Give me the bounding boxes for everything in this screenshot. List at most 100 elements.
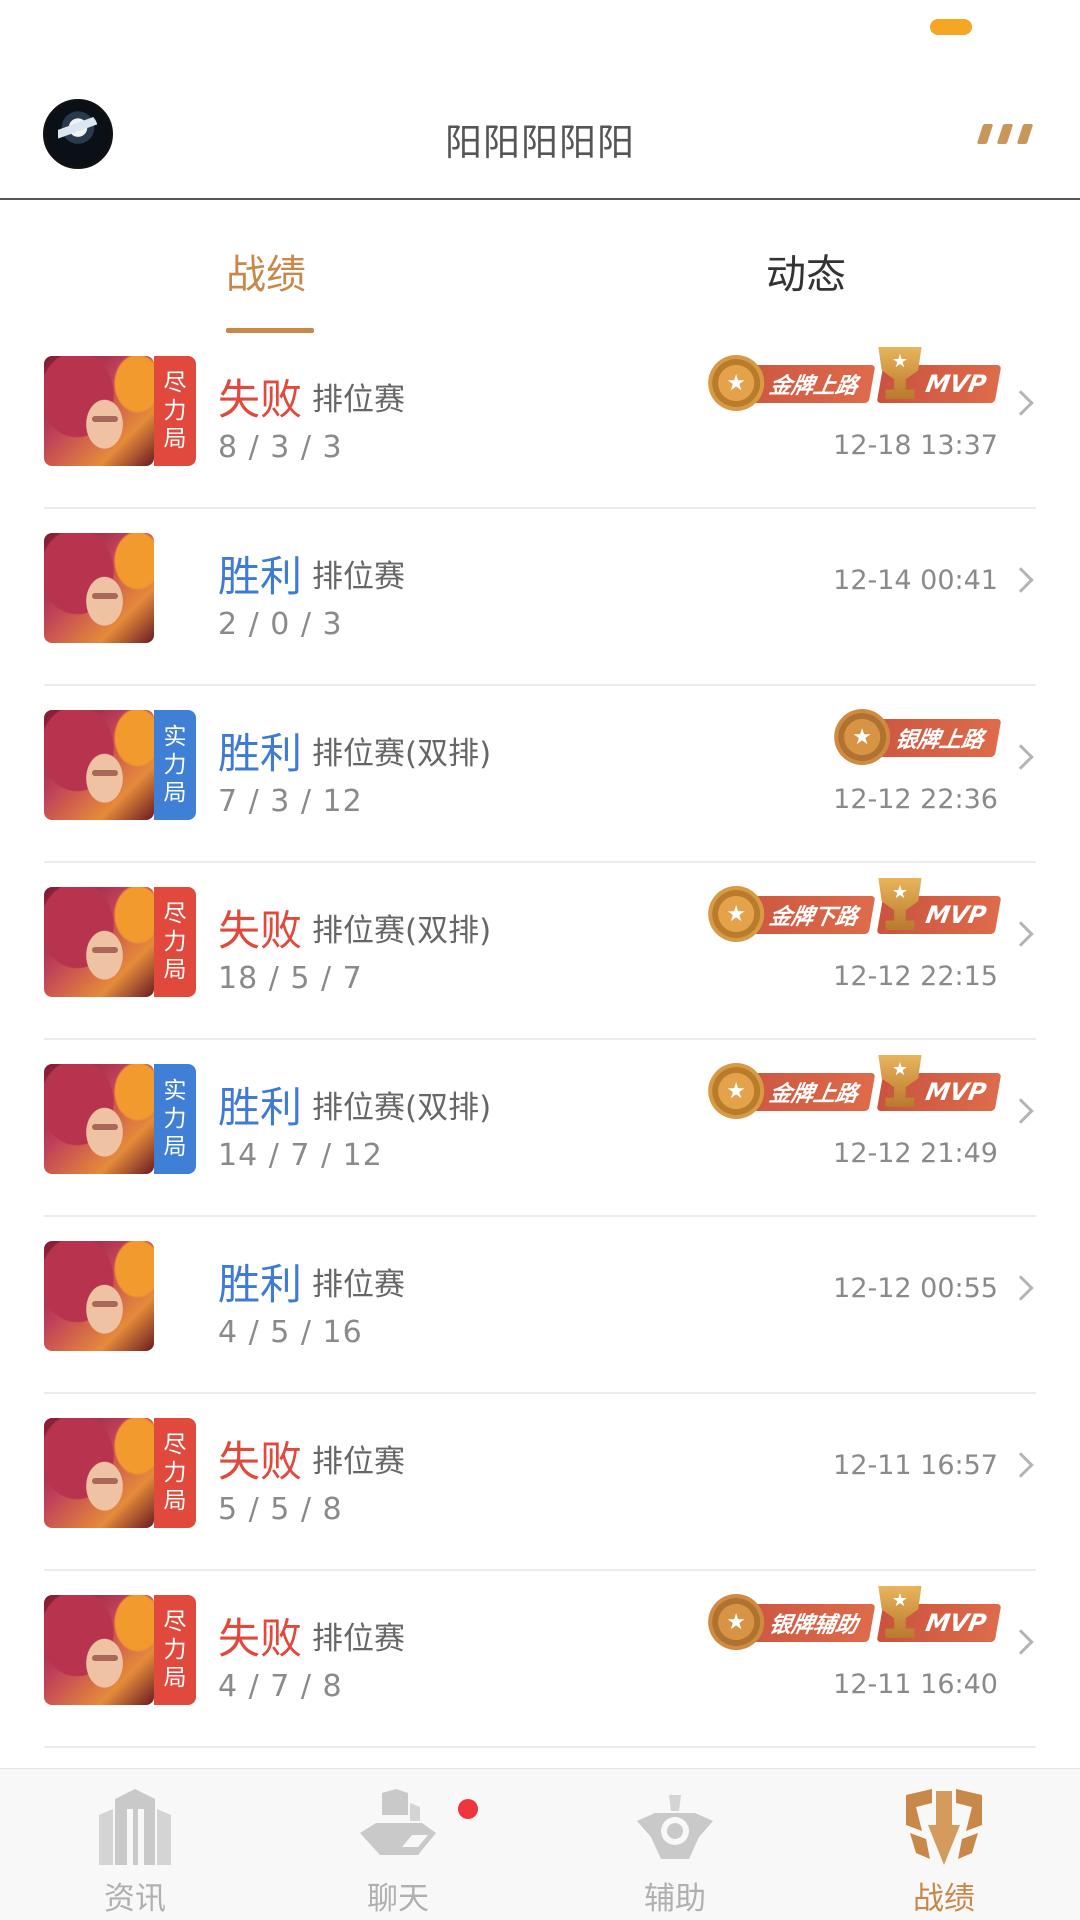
match-badges: 银牌上路 [842, 710, 1002, 766]
match-mode: 排位赛(双排) [312, 736, 492, 772]
hero-portrait [44, 1241, 154, 1351]
chevron-right-icon[interactable] [1008, 567, 1034, 593]
mvp-badge: MVP [876, 1604, 1002, 1642]
rank-badge: 银牌辅助 [716, 1604, 876, 1642]
chevron-right-icon[interactable] [1008, 744, 1034, 770]
status-indicator [930, 19, 972, 35]
hero-thumbnail: 尽力局 [44, 356, 196, 466]
match-time: 12-11 16:40 [833, 1669, 998, 1700]
performance-tag-char: 局 [163, 957, 187, 983]
hero-portrait [44, 533, 154, 643]
match-result: 胜利 [218, 729, 303, 778]
match-time: 12-11 16:57 [833, 1450, 998, 1481]
page-title: 阳阳阳阳阳 [445, 121, 635, 164]
performance-tag-char: 尽 [163, 901, 187, 927]
nav-news-label: 资讯 [104, 1881, 166, 1917]
chevron-right-icon[interactable] [1008, 390, 1034, 416]
hero-thumbnail [44, 533, 196, 643]
match-time: 12-12 22:15 [833, 961, 998, 992]
match-mode: 排位赛 [312, 1267, 405, 1303]
hero-portrait [44, 1064, 154, 1174]
nav-chat-label: 聊天 [367, 1881, 429, 1917]
match-result: 胜利 [218, 1260, 303, 1309]
performance-tag-char: 力 [163, 398, 187, 424]
rank-badge: 金牌上路 [716, 365, 876, 403]
header: 阳阳阳阳阳 [0, 60, 1080, 200]
chevron-right-icon[interactable] [1008, 1629, 1034, 1655]
mvp-badge: MVP [876, 896, 1002, 934]
match-time: 12-18 13:37 [833, 430, 998, 461]
chat-notification-dot [458, 1799, 478, 1819]
performance-tag-char: 局 [163, 426, 187, 452]
performance-tag: 尽力局 [154, 1595, 196, 1705]
match-kda: 4 / 7 / 8 [218, 1669, 343, 1704]
performance-tag-char: 力 [163, 929, 187, 955]
match-kda: 7 / 3 / 12 [218, 784, 363, 819]
performance-tag: 尽力局 [154, 1418, 196, 1528]
match-row[interactable]: 尽力局失败 排位赛 5 / 5 / 8 12-11 16:57 [0, 1394, 1080, 1571]
match-row[interactable]: 尽力局失败排位赛(双排)18 / 5 / 7金牌下路MVP12-12 22:15 [0, 863, 1080, 1040]
performance-tag-char: 力 [163, 1637, 187, 1663]
match-row[interactable]: 胜利 排位赛 4 / 5 / 16 12-12 00:55 [0, 1217, 1080, 1394]
more-dashes-icon[interactable] [976, 120, 1034, 148]
performance-tag: 尽力局 [154, 887, 196, 997]
rank-badge: 金牌上路 [716, 1073, 876, 1111]
hero-portrait [44, 710, 154, 820]
performance-tag-char: 局 [163, 1134, 187, 1160]
match-mode: 排位赛 [312, 382, 405, 418]
match-row[interactable]: 胜利 排位赛 2 / 0 / 3 12-14 00:41 [0, 509, 1080, 686]
nav-record[interactable]: 战绩 [864, 1769, 1024, 1920]
nav-news[interactable]: 资讯 [55, 1769, 215, 1920]
performance-tag-char: 力 [163, 1106, 187, 1132]
match-result: 失败 [218, 906, 303, 955]
match-mode: 排位赛(双排) [312, 1090, 492, 1126]
performance-tag-char: 尽 [163, 1432, 187, 1458]
match-result: 胜利 [218, 552, 303, 601]
match-time: 12-12 22:36 [833, 784, 998, 815]
tab-record[interactable]: 战绩 [226, 242, 306, 300]
record-icon [906, 1789, 982, 1865]
match-mode: 排位赛 [312, 1621, 405, 1657]
performance-tag-char: 局 [163, 1488, 187, 1514]
nav-chat[interactable]: 聊天 [318, 1769, 478, 1920]
match-row[interactable]: 尽力局失败排位赛8 / 3 / 3金牌上路MVP12-18 13:37 [0, 332, 1080, 509]
match-result: 失败 [218, 1437, 303, 1486]
bottom-nav: 资讯 聊天 辅助 战绩 [0, 1768, 1080, 1920]
performance-tag-char: 尽 [163, 1609, 187, 1635]
match-mode: 排位赛 [312, 1444, 405, 1480]
chevron-right-icon[interactable] [1008, 1452, 1034, 1478]
match-kda: 18 / 5 / 7 [218, 961, 363, 996]
hero-thumbnail: 尽力局 [44, 887, 196, 997]
nav-record-label: 战绩 [913, 1881, 975, 1917]
match-result: 失败 [218, 375, 303, 424]
hero-thumbnail: 尽力局 [44, 1595, 196, 1705]
match-row[interactable]: 尽力局失败排位赛 4 / 7 / 8 银牌辅助MVP 12-11 16:40 [0, 1571, 1080, 1748]
match-kda: 2 / 0 / 3 [218, 607, 343, 642]
match-result: 失败 [218, 1614, 303, 1663]
hero-portrait [44, 356, 154, 466]
nav-assist[interactable]: 辅助 [595, 1769, 755, 1920]
chevron-right-icon[interactable] [1008, 921, 1034, 947]
match-badges: 金牌上路MVP [716, 1064, 1002, 1120]
match-kda: 8 / 3 / 3 [218, 430, 343, 465]
match-row[interactable]: 实力局胜利排位赛(双排)7 / 3 / 12银牌上路12-12 22:36 [0, 686, 1080, 863]
match-kda: 4 / 5 / 16 [218, 1315, 363, 1350]
hero-thumbnail: 尽力局 [44, 1418, 196, 1528]
performance-tag-char: 力 [163, 752, 187, 778]
nav-assist-label: 辅助 [644, 1881, 706, 1917]
mvp-badge: MVP [876, 1073, 1002, 1111]
match-result: 胜利 [218, 1083, 303, 1132]
match-row[interactable]: 实力局胜利排位赛(双排)14 / 7 / 12金牌上路MVP12-12 21:4… [0, 1040, 1080, 1217]
chevron-right-icon[interactable] [1008, 1098, 1034, 1124]
match-badges: 金牌下路MVP [716, 887, 1002, 943]
hero-portrait [44, 1595, 154, 1705]
chevron-right-icon[interactable] [1008, 1275, 1034, 1301]
match-time: 12-12 21:49 [833, 1138, 998, 1169]
row-divider [44, 1746, 1036, 1748]
match-time: 12-12 00:55 [833, 1273, 998, 1304]
performance-tag-char: 尽 [163, 370, 187, 396]
tab-activity[interactable]: 动态 [766, 242, 846, 300]
hero-thumbnail: 实力局 [44, 1064, 196, 1174]
screen: 阳阳阳阳阳 战绩 动态 尽力局失败排位赛8 / 3 / 3金牌上路MVP12-1… [0, 0, 1080, 1920]
hero-thumbnail [44, 1241, 196, 1351]
